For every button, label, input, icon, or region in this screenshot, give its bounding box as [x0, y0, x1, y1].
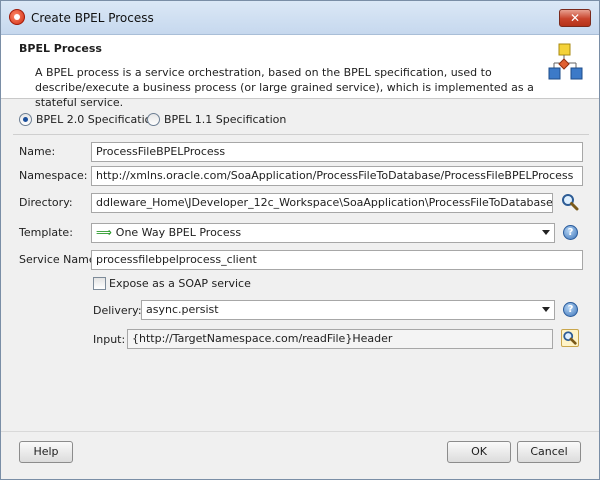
radio-bpel-11[interactable]: BPEL 1.1 Specification — [147, 111, 286, 127]
one-way-arrow-icon: ⟹ — [96, 226, 112, 239]
template-dropdown[interactable]: ⟹ One Way BPEL Process — [91, 223, 555, 243]
radio-bpel-20-indicator[interactable] — [19, 112, 32, 126]
header-title: BPEL Process — [19, 42, 102, 55]
radio-bpel-20[interactable]: BPEL 2.0 Specification — [19, 111, 158, 127]
radio-bpel-20-label: BPEL 2.0 Specification — [36, 112, 159, 126]
button-bar-divider — [1, 431, 599, 432]
cancel-button[interactable]: Cancel — [517, 441, 581, 463]
window-title: Create BPEL Process — [31, 11, 154, 25]
radio-bpel-11-label: BPEL 1.1 Specification — [164, 112, 287, 126]
directory-label: Directory: — [19, 196, 73, 209]
bpel-process-icon — [548, 43, 583, 80]
namespace-label: Namespace: — [19, 169, 88, 182]
directory-browse-search-icon[interactable] — [561, 193, 579, 211]
chevron-down-icon[interactable] — [542, 307, 550, 312]
service-name-label: Service Name: — [19, 253, 100, 266]
delivery-value: async.persist — [146, 303, 219, 316]
directory-field[interactable]: ddleware_Home\JDeveloper_12c_Workspace\S… — [91, 193, 553, 213]
namespace-field[interactable]: http://xmlns.oracle.com/SoaApplication/P… — [91, 166, 583, 186]
expose-soap-checkbox[interactable] — [93, 277, 106, 290]
expose-soap-label: Expose as a SOAP service — [109, 277, 251, 290]
help-button[interactable]: Help — [19, 441, 73, 463]
header-panel: BPEL Process A BPEL process is a service… — [1, 35, 599, 109]
name-label: Name: — [19, 145, 56, 158]
input-label: Input: — [93, 333, 126, 346]
template-label: Template: — [19, 226, 73, 239]
delivery-dropdown[interactable]: async.persist — [141, 300, 555, 320]
ok-button[interactable]: OK — [447, 441, 511, 463]
app-icon — [9, 9, 25, 25]
name-field[interactable]: ProcessFileBPELProcess — [91, 142, 583, 162]
delivery-help-icon[interactable]: ? — [563, 302, 578, 317]
section-divider — [13, 134, 589, 135]
create-bpel-process-dialog: Create BPEL Process ✕ BPEL Process A BPE… — [0, 0, 600, 480]
input-field[interactable]: {http://TargetNamespace.com/readFile}Hea… — [127, 329, 553, 349]
delivery-label: Delivery: — [93, 304, 142, 317]
close-button[interactable]: ✕ — [559, 9, 591, 27]
template-value: One Way BPEL Process — [115, 226, 242, 239]
header-description: A BPEL process is a service orchestratio… — [35, 66, 534, 109]
chevron-down-icon[interactable] — [542, 230, 550, 235]
title-bar[interactable]: Create BPEL Process ✕ — [1, 1, 599, 35]
radio-bpel-11-indicator[interactable] — [147, 112, 160, 126]
service-name-field[interactable]: processfilebpelprocess_client — [91, 250, 583, 270]
template-help-icon[interactable]: ? — [563, 225, 578, 240]
input-browse-search-icon[interactable] — [561, 329, 579, 347]
